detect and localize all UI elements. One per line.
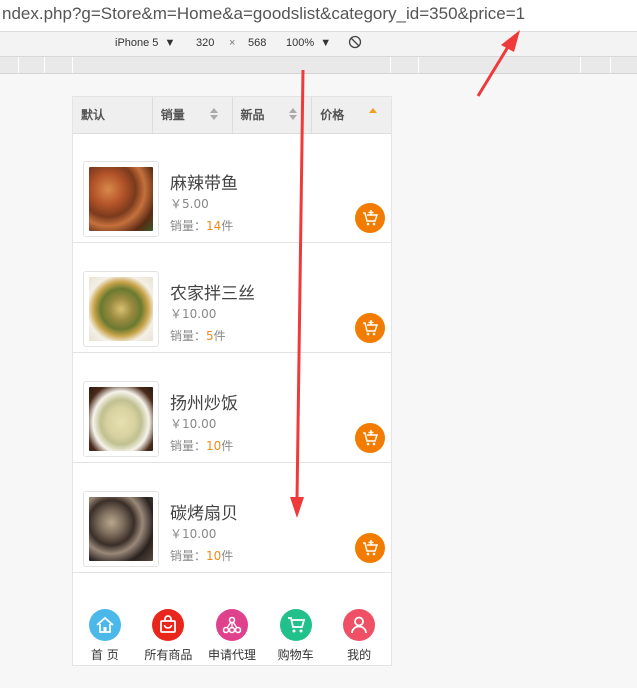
product-item[interactable]: 农家拌三丝 ￥10.00 销量：5件	[73, 243, 391, 353]
product-photo	[89, 497, 153, 561]
sales-label: 销量：	[170, 219, 207, 233]
sales-label: 销量：	[170, 439, 207, 453]
product-item[interactable]: 扬州炒饭 ￥10.00 销量：10件	[73, 353, 391, 463]
sort-tab-default[interactable]: 默认	[73, 97, 153, 133]
sales-count: 5	[206, 329, 214, 343]
cart-icon	[279, 609, 312, 641]
user-icon	[343, 609, 376, 641]
dimension-separator: ×	[229, 37, 236, 49]
media-query-ruler[interactable]	[0, 57, 637, 74]
sort-arrows-icon	[209, 108, 218, 122]
add-to-cart-button[interactable]	[355, 533, 385, 563]
sales-count: 10	[206, 549, 222, 563]
nav-apply-agent[interactable]: 申请代理	[200, 583, 264, 665]
product-price: ￥10.00	[170, 417, 217, 431]
sort-tab-label: 销量	[160, 108, 185, 122]
bottom-nav: 首 页 所有商品 申请代理 购物车 我的	[73, 583, 391, 665]
sales-label: 销量：	[170, 549, 207, 563]
product-photo	[89, 387, 153, 451]
add-to-cart-button[interactable]	[355, 313, 385, 343]
product-name[interactable]: 碳烤扇贝	[170, 499, 238, 524]
product-thumbnail[interactable]	[83, 491, 159, 567]
product-photo	[89, 277, 153, 341]
product-sales: 销量：5件	[170, 327, 226, 344]
home-icon	[88, 609, 121, 641]
width-field[interactable]: 320	[196, 37, 214, 49]
product-photo	[89, 167, 153, 231]
zoom-select[interactable]: 100% ▼	[286, 37, 331, 49]
product-sales: 销量：10件	[170, 547, 233, 564]
product-price: ￥10.00	[170, 307, 217, 321]
sort-asc-icon	[369, 108, 377, 122]
height-field[interactable]: 568	[248, 37, 266, 49]
sort-tab-label: 默认	[81, 108, 106, 122]
product-price: ￥5.00	[170, 197, 209, 211]
product-thumbnail[interactable]	[83, 381, 159, 457]
nav-label: 我的	[347, 648, 372, 662]
device-name: iPhone 5	[115, 37, 159, 49]
product-sales: 销量：10件	[170, 437, 233, 454]
nav-label: 首 页	[90, 648, 119, 662]
product-price: ￥10.00	[170, 527, 217, 541]
nav-label: 购物车	[277, 648, 314, 662]
dropdown-arrow-icon: ▼	[320, 37, 332, 49]
nav-label: 申请代理	[207, 648, 256, 662]
add-to-cart-button[interactable]	[355, 423, 385, 453]
network-icon	[215, 609, 248, 641]
sales-unit: 件	[221, 219, 234, 233]
zoom-value: 100%	[286, 37, 315, 49]
product-item[interactable]: 麻辣带鱼 ￥5.00 销量：14件	[73, 133, 391, 243]
sales-unit: 件	[221, 439, 234, 453]
nav-my-account[interactable]: 我的	[327, 583, 391, 665]
sort-tab-label: 新品	[240, 108, 265, 122]
product-sales: 销量：14件	[170, 217, 233, 234]
product-item[interactable]: 碳烤扇贝 ￥10.00 销量：10件	[73, 463, 391, 573]
product-list: 麻辣带鱼 ￥5.00 销量：14件 农家拌三丝 ￥10.00 销量：5件 扬州炒…	[73, 133, 391, 573]
nav-all-products[interactable]: 所有商品	[137, 583, 201, 665]
sort-bar: 默认 销量 新品 价格	[73, 97, 391, 134]
sales-unit: 件	[213, 329, 226, 343]
nav-label: 所有商品	[144, 648, 193, 662]
product-thumbnail[interactable]	[83, 161, 159, 237]
product-thumbnail[interactable]	[83, 271, 159, 347]
dropdown-arrow-icon: ▼	[164, 37, 176, 49]
sort-tab-label: 价格	[320, 108, 345, 122]
product-name[interactable]: 扬州炒饭	[170, 389, 238, 414]
add-cart-icon	[363, 430, 379, 446]
add-cart-icon	[363, 320, 379, 336]
sales-label: 销量：	[170, 329, 207, 343]
device-toolbar: iPhone 5 ▼ 320 × 568 100% ▼	[0, 32, 637, 57]
shopping-bag-icon	[152, 609, 185, 641]
device-select[interactable]: iPhone 5 ▼	[115, 37, 175, 49]
rotate-icon[interactable]	[348, 35, 362, 52]
sales-count: 10	[206, 439, 222, 453]
product-name[interactable]: 农家拌三丝	[170, 279, 255, 304]
add-cart-icon	[363, 540, 379, 556]
sort-arrows-icon	[289, 108, 298, 122]
sales-count: 14	[206, 219, 222, 233]
sort-tab-sales[interactable]: 销量	[153, 97, 233, 133]
sort-tab-new[interactable]: 新品	[233, 97, 313, 133]
nav-home[interactable]: 首 页	[73, 583, 137, 665]
mobile-viewport: 默认 销量 新品 价格 麻辣带鱼 ￥5.00 销量：14件 农家拌三丝 ￥10.…	[72, 96, 392, 666]
sort-tab-price[interactable]: 价格	[312, 97, 391, 133]
address-bar[interactable]: ndex.php?g=Store&m=Home&a=goodslist&cate…	[0, 0, 637, 32]
product-name[interactable]: 麻辣带鱼	[170, 169, 238, 194]
nav-cart[interactable]: 购物车	[264, 583, 328, 665]
add-cart-icon	[363, 210, 379, 226]
sales-unit: 件	[221, 549, 234, 563]
add-to-cart-button[interactable]	[355, 203, 385, 233]
